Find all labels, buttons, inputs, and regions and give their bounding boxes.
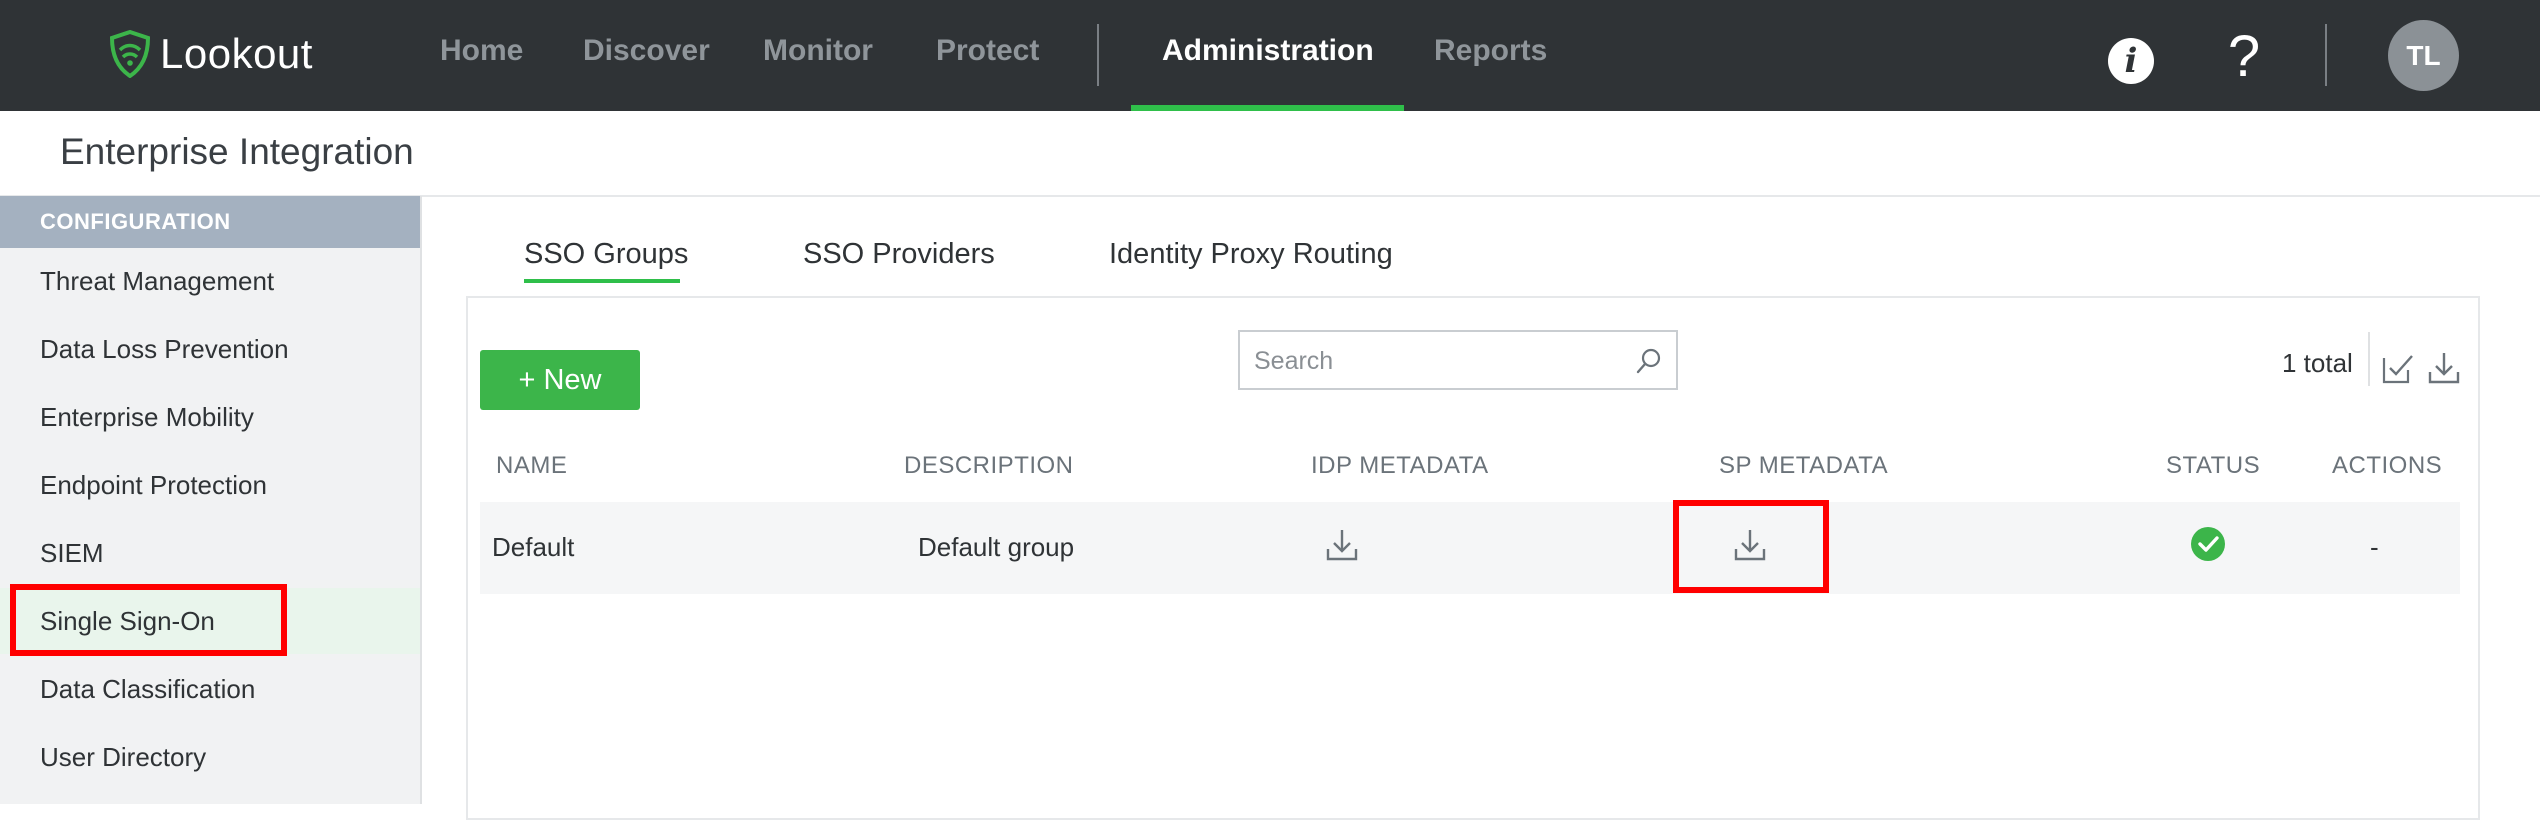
column-header-idp-metadata[interactable]: IDP METADATA <box>1311 452 1489 480</box>
select-columns-icon[interactable] <box>2380 350 2416 386</box>
sidebar-item-single-sign-on[interactable]: Single Sign-On <box>0 588 420 654</box>
logo-text: Lookout <box>160 30 313 77</box>
search-box <box>1238 330 1678 390</box>
nav-reports[interactable]: Reports <box>1434 34 1547 68</box>
sp-metadata-download-icon[interactable] <box>1732 527 1768 563</box>
tab-identity-proxy-routing[interactable]: Identity Proxy Routing <box>1109 238 1393 271</box>
nav-monitor[interactable]: Monitor <box>763 34 873 68</box>
user-avatar[interactable]: TL <box>2388 20 2459 91</box>
shield-logo-icon <box>109 30 151 78</box>
search-input[interactable] <box>1252 342 1616 380</box>
sidebar-item-data-classification[interactable]: Data Classification <box>0 656 420 722</box>
check-circle-icon <box>2191 527 2225 561</box>
nav-divider <box>1097 24 1099 86</box>
column-header-status[interactable]: STATUS <box>2166 452 2260 480</box>
cell-name: Default <box>492 532 575 562</box>
sidebar-item-siem[interactable]: SIEM <box>0 520 420 586</box>
sidebar-item-data-loss-prevention[interactable]: Data Loss Prevention <box>0 316 420 382</box>
sidebar: CONFIGURATION Threat Management Data Los… <box>0 196 422 804</box>
tab-sso-groups[interactable]: SSO Groups <box>524 238 688 271</box>
page-header: Enterprise Integration <box>0 111 2540 197</box>
lookout-logo[interactable]: Lookout <box>108 28 313 80</box>
toolbar-divider <box>2368 332 2370 386</box>
export-download-icon[interactable] <box>2426 350 2462 386</box>
top-navigation-bar: Lookout Home Discover Monitor Protect Ad… <box>0 0 2540 111</box>
tab-sso-providers[interactable]: SSO Providers <box>803 238 995 271</box>
sidebar-item-enterprise-mobility[interactable]: Enterprise Mobility <box>0 384 420 450</box>
sidebar-item-threat-management[interactable]: Threat Management <box>0 248 420 314</box>
column-header-name[interactable]: NAME <box>496 452 567 480</box>
cell-description: Default group <box>918 532 1075 562</box>
nav-home[interactable]: Home <box>440 34 523 68</box>
cell-actions[interactable]: - <box>2370 532 2379 563</box>
info-icon[interactable]: i <box>2108 38 2154 84</box>
column-header-sp-metadata[interactable]: SP METADATA <box>1719 452 1888 480</box>
nav-discover[interactable]: Discover <box>583 34 710 68</box>
nav-administration[interactable]: Administration <box>1162 34 1374 68</box>
help-icon[interactable]: ? <box>2224 24 2264 90</box>
total-count: 1 total <box>2282 348 2353 378</box>
header-divider <box>2325 24 2327 86</box>
search-icon[interactable] <box>1634 346 1664 376</box>
sidebar-item-endpoint-protection[interactable]: Endpoint Protection <box>0 452 420 518</box>
new-sso-group-button[interactable]: + New <box>480 350 640 410</box>
table-row[interactable] <box>480 502 2460 594</box>
column-header-description[interactable]: DESCRIPTION <box>904 452 1074 480</box>
nav-protect[interactable]: Protect <box>936 34 1039 68</box>
sidebar-section-header: CONFIGURATION <box>0 196 420 248</box>
sidebar-item-user-directory[interactable]: User Directory <box>0 724 420 790</box>
active-tab-indicator <box>524 279 680 283</box>
idp-metadata-download-icon[interactable] <box>1324 527 1360 563</box>
page-title: Enterprise Integration <box>60 131 414 172</box>
column-header-actions: ACTIONS <box>2332 452 2443 479</box>
